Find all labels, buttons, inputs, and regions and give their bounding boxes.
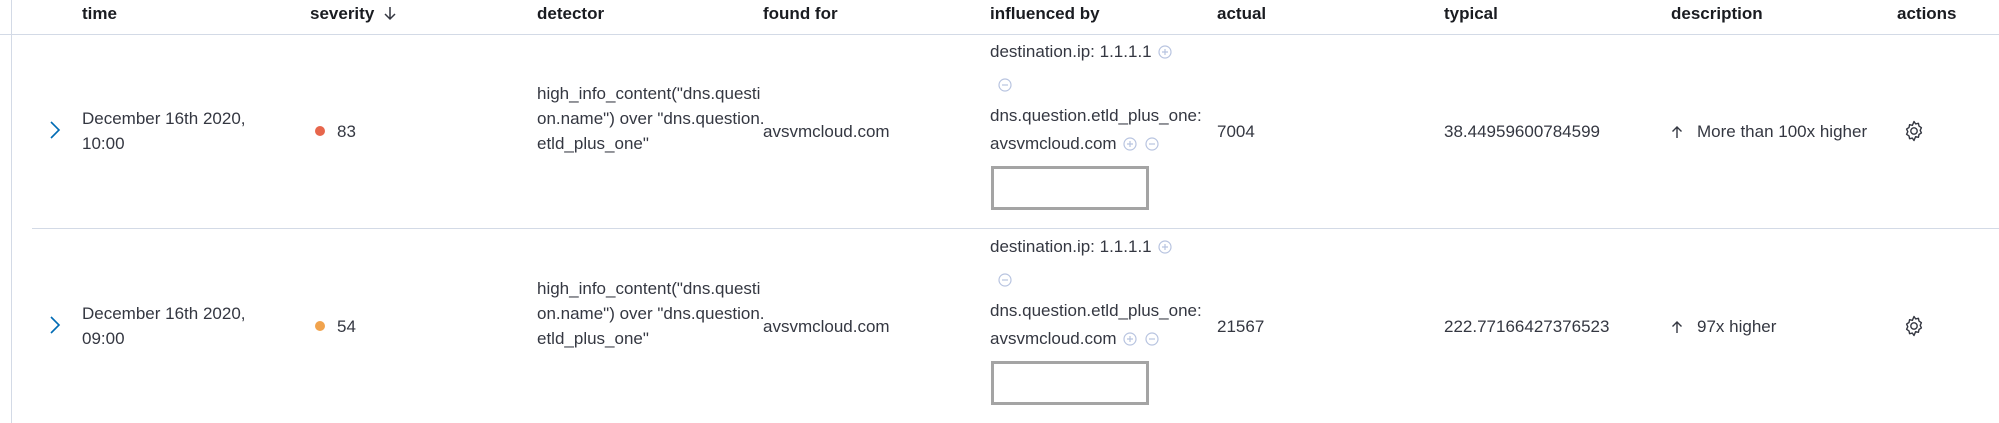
remove-filter-minus-icon[interactable] bbox=[998, 78, 1012, 92]
description-cell: More than 100x higher bbox=[1671, 119, 1867, 146]
table-header: time severity detector found for influen… bbox=[0, 0, 1999, 35]
arrow-up-icon bbox=[1671, 121, 1683, 146]
add-filter-plus-icon[interactable] bbox=[1158, 44, 1172, 59]
column-header-actual[interactable]: actual bbox=[1217, 4, 1266, 24]
column-header-typical[interactable]: typical bbox=[1444, 4, 1498, 24]
gear-icon[interactable] bbox=[1902, 119, 1926, 143]
severity-score: 54 bbox=[337, 317, 356, 336]
typical-value: 222.77166427376523 bbox=[1444, 317, 1610, 336]
detector-description: high_info_content("dns.question.name") o… bbox=[537, 279, 765, 348]
column-header-influenced-by[interactable]: influenced by bbox=[990, 4, 1100, 24]
influencer-value: avsvmcloud.com bbox=[990, 329, 1117, 348]
influencer-label: destination.ip: 1.1.1.1 bbox=[990, 237, 1152, 256]
influencer-field: dns.question.etld_plus_one: bbox=[990, 301, 1202, 320]
anomaly-time: December 16th 2020, 10:00 bbox=[82, 109, 246, 153]
arrow-up-icon bbox=[1671, 316, 1683, 341]
description-text: 97x higher bbox=[1697, 317, 1777, 336]
remove-filter-minus-icon[interactable] bbox=[998, 273, 1012, 287]
remove-filter-minus-icon[interactable] bbox=[1145, 331, 1159, 346]
influencer-destination-ip: destination.ip: 1.1.1.1 bbox=[990, 237, 1172, 257]
sort-descending-icon[interactable] bbox=[382, 5, 398, 26]
expand-row-chevron-icon[interactable] bbox=[48, 119, 62, 141]
add-filter-plus-icon[interactable] bbox=[1123, 136, 1137, 151]
influencer-field: dns.question.etld_plus_one: bbox=[990, 106, 1202, 125]
column-header-description[interactable]: description bbox=[1671, 4, 1763, 24]
influencer-overlay-box bbox=[991, 166, 1149, 210]
severity-cell: 83 bbox=[315, 119, 356, 144]
severity-critical-dot-icon bbox=[315, 126, 325, 136]
expand-row-chevron-icon[interactable] bbox=[48, 314, 62, 336]
typical-value: 38.44959600784599 bbox=[1444, 122, 1600, 141]
column-header-time[interactable]: time bbox=[82, 4, 117, 24]
severity-major-dot-icon bbox=[315, 321, 325, 331]
description-text: More than 100x higher bbox=[1697, 122, 1868, 141]
influencer-value: avsvmcloud.com bbox=[990, 134, 1117, 153]
column-header-detector[interactable]: detector bbox=[537, 4, 604, 24]
column-header-severity[interactable]: severity bbox=[310, 4, 398, 26]
severity-cell: 54 bbox=[315, 314, 356, 339]
remove-filter-minus-icon[interactable] bbox=[1145, 136, 1159, 151]
table-row: December 16th 2020, 10:00 83 high_info_c… bbox=[32, 34, 1999, 229]
column-header-severity-label: severity bbox=[310, 4, 375, 23]
add-filter-plus-icon[interactable] bbox=[1158, 239, 1172, 254]
add-filter-plus-icon[interactable] bbox=[1123, 331, 1137, 346]
influencer-value-line: avsvmcloud.com bbox=[990, 329, 1159, 349]
table-row: December 16th 2020, 09:00 54 high_info_c… bbox=[32, 229, 1999, 423]
column-header-actions: actions bbox=[1897, 4, 1957, 23]
influencer-label: destination.ip: 1.1.1.1 bbox=[990, 42, 1152, 61]
anomaly-time: December 16th 2020, 09:00 bbox=[82, 304, 246, 348]
influencer-value-line: avsvmcloud.com bbox=[990, 134, 1159, 154]
influencer-destination-ip: destination.ip: 1.1.1.1 bbox=[990, 42, 1172, 62]
found-for-value: avsvmcloud.com bbox=[763, 317, 890, 336]
table-left-border bbox=[11, 0, 12, 423]
found-for-value: avsvmcloud.com bbox=[763, 122, 890, 141]
actual-value: 21567 bbox=[1217, 317, 1265, 336]
description-cell: 97x higher bbox=[1671, 314, 1776, 341]
actual-value: 7004 bbox=[1217, 122, 1255, 141]
column-header-found-for[interactable]: found for bbox=[763, 4, 838, 24]
gear-icon[interactable] bbox=[1902, 314, 1926, 338]
influencer-overlay-box bbox=[991, 361, 1149, 405]
severity-score: 83 bbox=[337, 122, 356, 141]
detector-description: high_info_content("dns.question.name") o… bbox=[537, 84, 765, 153]
